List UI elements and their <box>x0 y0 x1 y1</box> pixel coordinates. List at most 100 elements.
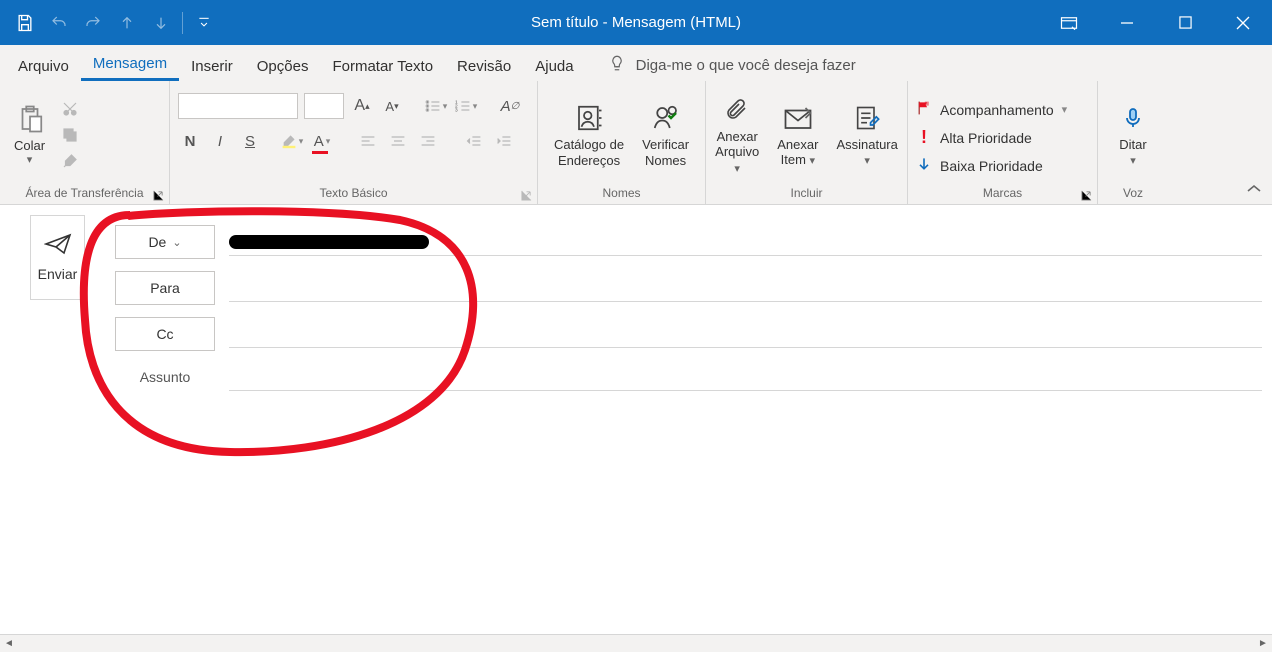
subject-label: Assunto <box>115 369 215 385</box>
check-names-label-2: Nomes <box>645 153 686 168</box>
align-center-icon[interactable] <box>386 129 410 153</box>
high-importance-icon: ! <box>916 127 932 148</box>
highlight-color-icon[interactable] <box>280 129 304 153</box>
align-right-icon[interactable] <box>416 129 440 153</box>
cc-field[interactable] <box>229 320 1262 348</box>
clear-formatting-icon[interactable]: A∅ <box>498 94 522 118</box>
dialog-launcher-icon[interactable] <box>1081 188 1093 200</box>
tab-revisao[interactable]: Revisão <box>445 50 523 81</box>
ribbon-display-options-icon[interactable] <box>1040 0 1098 45</box>
tell-me-search[interactable]: Diga-me o que você deseja fazer <box>586 47 866 81</box>
paste-button[interactable]: Colar ▾ <box>8 98 51 172</box>
to-field[interactable] <box>229 274 1262 302</box>
subject-field[interactable] <box>229 363 1262 391</box>
address-book-button[interactable]: Catálogo deEndereços <box>548 97 630 172</box>
tab-ajuda[interactable]: Ajuda <box>523 50 585 81</box>
underline-button[interactable]: S <box>238 129 262 153</box>
previous-item-icon[interactable] <box>110 0 144 45</box>
horizontal-scrollbar[interactable]: ◄ ► <box>0 634 1272 652</box>
next-item-icon[interactable] <box>144 0 178 45</box>
from-button[interactable]: De ⌄ <box>115 225 215 259</box>
group-label-basic-text: Texto Básico <box>178 184 529 204</box>
group-label-include: Incluir <box>714 184 899 204</box>
numbering-icon[interactable]: 123 <box>454 94 478 118</box>
paperclip-icon <box>725 93 749 127</box>
save-icon[interactable] <box>8 0 42 45</box>
tab-formatar-texto[interactable]: Formatar Texto <box>320 50 445 81</box>
decrease-indent-icon[interactable] <box>462 129 486 153</box>
copy-icon[interactable] <box>59 124 81 146</box>
maximize-icon[interactable] <box>1156 0 1214 45</box>
font-color-icon[interactable]: A <box>310 129 334 153</box>
send-button[interactable]: Enviar <box>30 215 85 300</box>
ribbon-tabs: Arquivo Mensagem Inserir Opções Formatar… <box>0 45 1272 81</box>
microphone-icon <box>1121 101 1145 135</box>
group-label-names: Nomes <box>546 184 697 204</box>
signature-button[interactable]: Assinatura▾ <box>830 97 903 173</box>
quick-access-toolbar <box>0 0 221 45</box>
bullets-icon[interactable] <box>424 94 448 118</box>
group-label-voice: Voz <box>1106 184 1160 204</box>
tab-arquivo[interactable]: Arquivo <box>6 50 81 81</box>
tab-mensagem[interactable]: Mensagem <box>81 47 179 81</box>
italic-button[interactable]: I <box>208 129 232 153</box>
attach-item-icon <box>783 101 813 135</box>
send-label: Enviar <box>38 266 78 282</box>
paste-label: Colar <box>14 138 45 154</box>
to-button[interactable]: Para <box>115 271 215 305</box>
redo-icon[interactable] <box>76 0 110 45</box>
from-field[interactable] <box>229 228 1262 256</box>
from-label: De <box>148 234 166 250</box>
group-tags: Acompanhamento ▾ ! Alta Prioridade Baixa… <box>908 81 1098 204</box>
undo-icon[interactable] <box>42 0 76 45</box>
scroll-right-icon[interactable]: ► <box>1254 635 1272 653</box>
message-body[interactable] <box>10 420 1262 632</box>
signature-icon <box>853 101 881 135</box>
font-name-input[interactable] <box>178 93 298 119</box>
bold-button[interactable]: N <box>178 129 202 153</box>
flag-icon <box>916 100 932 119</box>
close-icon[interactable] <box>1214 0 1272 45</box>
high-importance-button[interactable]: ! Alta Prioridade <box>916 127 1032 148</box>
cc-button[interactable]: Cc <box>115 317 215 351</box>
scroll-left-icon[interactable]: ◄ <box>0 635 18 653</box>
follow-up-button[interactable]: Acompanhamento ▾ <box>916 100 1067 119</box>
compose-area: Enviar De ⌄ Para Cc Assunto <box>0 205 1272 391</box>
minimize-icon[interactable] <box>1098 0 1156 45</box>
send-icon <box>44 233 72 258</box>
low-importance-button[interactable]: Baixa Prioridade <box>916 156 1043 175</box>
attach-item-label-2: Item <box>781 152 806 167</box>
attach-file-button[interactable]: AnexarArquivo ▾ <box>709 89 765 180</box>
align-left-icon[interactable] <box>356 129 380 153</box>
customize-qat-icon[interactable] <box>187 0 221 45</box>
dialog-launcher-icon[interactable] <box>153 188 165 200</box>
group-clipboard: Colar ▾ Área de Transferência <box>0 81 170 204</box>
address-book-label-1: Catálogo de <box>554 137 624 152</box>
dictate-label: Ditar <box>1119 137 1146 152</box>
title-bar: Sem título - Mensagem (HTML) <box>0 0 1272 45</box>
group-voice: Ditar▾ Voz <box>1098 81 1168 204</box>
window-controls <box>1040 0 1272 45</box>
dialog-launcher-icon[interactable] <box>521 188 533 200</box>
increase-indent-icon[interactable] <box>492 129 516 153</box>
format-painter-icon[interactable] <box>59 150 81 172</box>
attach-file-label-1: Anexar <box>717 129 758 144</box>
tab-inserir[interactable]: Inserir <box>179 50 245 81</box>
shrink-font-icon[interactable]: A▾ <box>380 94 404 118</box>
dictate-button[interactable]: Ditar▾ <box>1113 97 1152 173</box>
group-label-clipboard: Área de Transferência <box>8 184 161 204</box>
svg-text:3: 3 <box>455 108 458 113</box>
check-names-label-1: Verificar <box>642 137 689 152</box>
ribbon: Colar ▾ Área de Transferência A▴ A▾ 123 <box>0 81 1272 205</box>
font-size-input[interactable] <box>304 93 344 119</box>
tab-opcoes[interactable]: Opções <box>245 50 321 81</box>
scroll-track[interactable] <box>18 637 1254 651</box>
check-names-button[interactable]: VerificarNomes <box>636 97 695 172</box>
attach-item-button[interactable]: AnexarItem ▾ <box>771 97 824 173</box>
grow-font-icon[interactable]: A▴ <box>350 94 374 118</box>
group-include: AnexarArquivo ▾ AnexarItem ▾ Assinatura▾… <box>706 81 908 204</box>
chevron-down-icon: ▾ <box>27 154 33 167</box>
signature-label: Assinatura <box>836 137 897 152</box>
collapse-ribbon-icon[interactable] <box>1246 182 1262 200</box>
cut-icon[interactable] <box>59 98 81 120</box>
